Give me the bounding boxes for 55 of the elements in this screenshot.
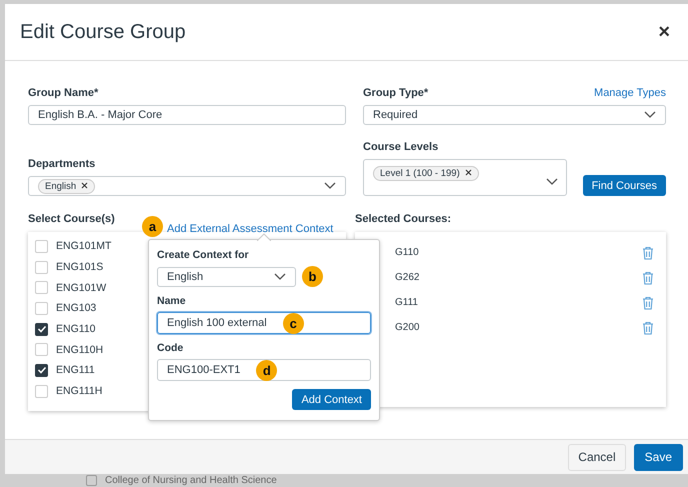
- trash-icon[interactable]: [642, 296, 654, 310]
- course-code: ENG101S: [56, 261, 104, 274]
- departments-dropdown[interactable]: English: [28, 176, 346, 196]
- course-level-tag: Level 1 (100 - 199): [373, 166, 479, 181]
- field-label: Create Context for: [157, 249, 250, 261]
- course-code: G111: [395, 297, 418, 308]
- field-label: Course Levels: [363, 141, 440, 153]
- context-dropdown[interactable]: English: [157, 266, 296, 286]
- course-code: ENG101MT: [56, 240, 112, 252]
- add-external-context-link[interactable]: Add External Assessment Context: [167, 223, 334, 235]
- manage-types-link[interactable]: Manage Types: [594, 87, 666, 99]
- trash-icon[interactable]: [642, 320, 654, 334]
- remove-icon[interactable]: [464, 169, 472, 176]
- callout-badge: a: [142, 216, 163, 237]
- chevron-down-icon: [546, 178, 558, 186]
- trash-icon[interactable]: [642, 270, 654, 284]
- group-type-dropdown[interactable]: Required: [363, 105, 666, 125]
- trash-icon[interactable]: [642, 246, 654, 260]
- chevron-down-icon: [644, 111, 656, 119]
- callout-badge: d: [256, 360, 278, 380]
- course-code: ENG110H: [56, 344, 104, 356]
- course-code: ENG110: [56, 323, 96, 336]
- course-code: G200: [395, 322, 420, 333]
- chevron-down-icon: [274, 272, 286, 280]
- field-label: Code: [157, 342, 184, 354]
- checkbox[interactable]: [35, 364, 48, 377]
- field-label: Select Course(s): [28, 213, 115, 225]
- field-label: Name: [157, 295, 187, 307]
- cancel-button[interactable]: Cancel: [568, 444, 626, 470]
- course-code: G110: [395, 247, 419, 258]
- field-label: Group Type*: [363, 87, 428, 99]
- remove-icon[interactable]: [81, 182, 88, 188]
- department-tag: English: [38, 178, 96, 194]
- find-courses-button[interactable]: Find Courses: [582, 175, 666, 196]
- course-code: G262: [395, 272, 420, 283]
- close-button[interactable]: ×: [658, 22, 670, 42]
- course-code: ENG101W: [56, 282, 106, 294]
- background-item-label: College of Nursing and Health Science: [105, 475, 277, 486]
- field-label: Selected Courses:: [355, 212, 452, 226]
- dialog-title: Edit Course Group: [20, 20, 186, 44]
- group-name-field[interactable]: English B.A. - Major Core: [28, 105, 346, 125]
- field-label: Group Name*: [28, 87, 100, 99]
- course-code: ENG111H: [56, 385, 102, 398]
- callout-badge: b: [302, 266, 323, 287]
- save-button[interactable]: Save: [634, 444, 683, 470]
- name-field[interactable]: English 100 external c: [157, 312, 371, 334]
- field-label: Departments: [28, 158, 96, 170]
- course-code: ENG111: [56, 364, 95, 376]
- add-context-button[interactable]: Add Context: [292, 389, 371, 410]
- checkbox[interactable]: [35, 322, 48, 336]
- code-field[interactable]: ENG100-EXT1 d: [157, 359, 371, 381]
- course-levels-dropdown[interactable]: Level 1 (100 - 199): [363, 159, 567, 196]
- chevron-down-icon: [324, 182, 336, 190]
- course-code: ENG103: [56, 302, 96, 314]
- callout-badge: c: [282, 312, 304, 334]
